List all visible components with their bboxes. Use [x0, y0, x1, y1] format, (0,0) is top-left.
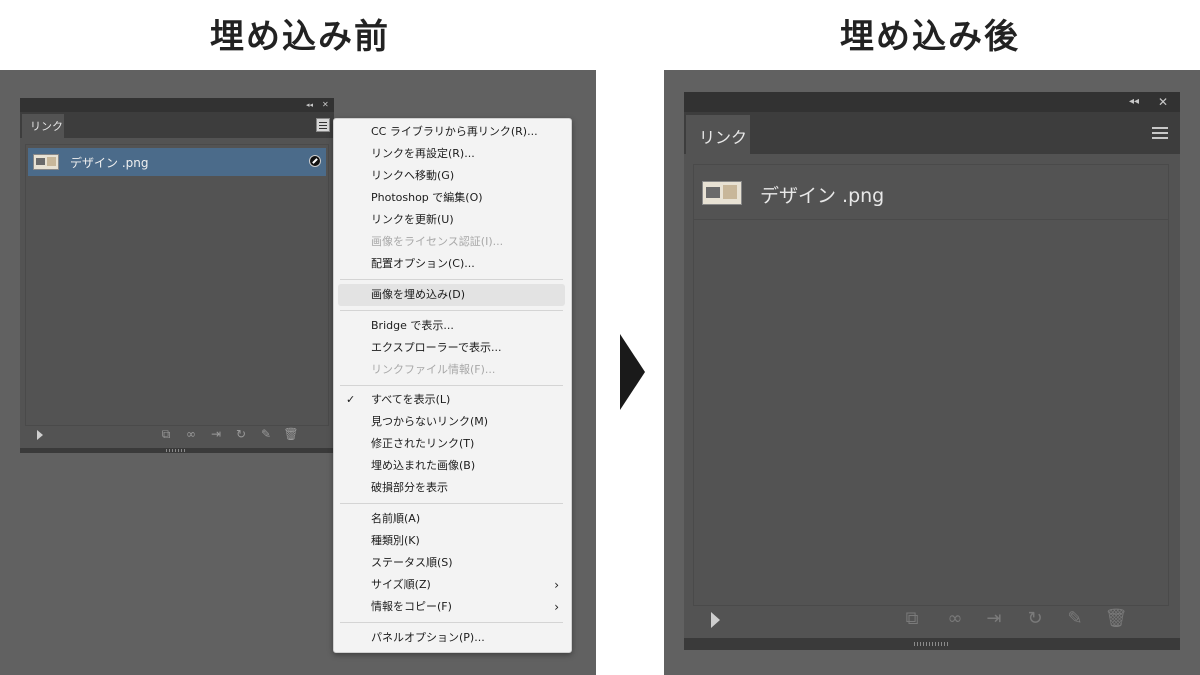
menu-item-show-in-explorer[interactable]: エクスプローラーで表示...	[338, 337, 565, 359]
tab-links-label: リンク	[699, 128, 748, 147]
link-file-name: デザイン .png	[70, 156, 149, 170]
go-to-link-icon[interactable]: ⇥	[980, 608, 1008, 629]
menu-item-show-all[interactable]: ✓ すべてを表示(L)	[338, 389, 565, 411]
menu-item-update-link[interactable]: リンクを更新(U)	[338, 209, 565, 231]
relink-from-cc-icon[interactable]: ⧉	[898, 608, 926, 629]
panel-title-bar[interactable]: ◂◂ ✕	[20, 98, 334, 112]
menu-item-modified-links[interactable]: 修正されたリンク(T)	[338, 433, 565, 455]
update-link-icon[interactable]: ↻	[1021, 608, 1049, 629]
panel-title-bar[interactable]: ◂◂ ✕	[684, 92, 1180, 112]
menu-separator	[340, 503, 563, 504]
tab-links-label: リンク	[30, 120, 63, 133]
menu-separator	[340, 310, 563, 311]
edit-original-icon[interactable]: ✎	[257, 427, 275, 441]
relink-icon[interactable]: ∞	[182, 427, 200, 441]
before-caption: 埋め込み前	[210, 17, 390, 57]
menu-item-show-broken[interactable]: 破損部分を表示	[338, 477, 565, 499]
menu-item-panel-options[interactable]: パネルオプション(P)...	[338, 627, 565, 649]
transition-arrow-icon	[620, 334, 645, 410]
menu-item-sort-by-name[interactable]: 名前順(A)	[338, 508, 565, 530]
list-item[interactable]: デザイン .png	[694, 165, 1168, 220]
menu-item-go-to-link[interactable]: リンクへ移動(G)	[338, 165, 565, 187]
menu-item-relink[interactable]: リンクを再設定(R)...	[338, 143, 565, 165]
after-links-panel: ◂◂ ✕ リンク デザイン .png ⧉ ∞ ⇥ ↻ ✎ 🗑	[684, 92, 1180, 650]
menu-item-license-image: 画像をライセンス認証(I)...	[371, 235, 504, 248]
menu-item-embed-image[interactable]: 画像を埋め込み(D)	[338, 284, 565, 306]
close-icon[interactable]: ✕	[322, 98, 329, 112]
panel-context-menu: CC ライブラリから再リンク(R)... リンクを再設定(R)... リンクへ移…	[333, 118, 572, 653]
menu-separator	[340, 622, 563, 623]
relink-icon[interactable]: ∞	[941, 608, 969, 629]
submenu-arrow-icon: ›	[554, 600, 559, 614]
panel-tab-row: リンク	[20, 112, 334, 138]
panel-menu-icon[interactable]	[1152, 127, 1168, 139]
expand-info-icon[interactable]	[37, 430, 43, 440]
menu-item-sort-by-status[interactable]: ステータス順(S)	[338, 552, 565, 574]
menu-item-copy-info[interactable]: 情報をコピー(F) ›	[338, 596, 565, 618]
relink-from-cc-icon[interactable]: ⧉	[157, 427, 175, 442]
menu-item-link-file-info: リンクファイル情報(F)...	[371, 363, 496, 376]
resize-grip[interactable]	[166, 449, 186, 452]
menu-item-sort-by-size[interactable]: サイズ順(Z) ›	[338, 574, 565, 596]
close-icon[interactable]: ✕	[1158, 92, 1168, 112]
link-badge-icon	[309, 155, 321, 167]
collapse-icon[interactable]: ◂◂	[1129, 92, 1139, 112]
menu-item-embedded-images[interactable]: 埋め込まれた画像(B)	[338, 455, 565, 477]
image-thumbnail-icon	[33, 154, 59, 170]
go-to-link-icon[interactable]: ⇥	[207, 427, 225, 441]
menu-item-label: サイズ順(Z)	[371, 578, 431, 591]
checkmark-icon: ✓	[346, 393, 356, 406]
menu-separator	[340, 385, 563, 386]
collapse-icon[interactable]: ◂◂	[306, 98, 313, 112]
menu-item-label: 情報をコピー(F)	[371, 600, 452, 613]
tab-links[interactable]: リンク	[686, 115, 750, 154]
before-links-panel: ◂◂ ✕ リンク デザイン .png ⧉ ∞ ⇥ ↻ ✎ 🗑	[20, 98, 334, 453]
delete-icon[interactable]: 🗑	[1102, 608, 1130, 629]
tab-links[interactable]: リンク	[22, 114, 64, 138]
menu-item-sort-by-type[interactable]: 種類別(K)	[338, 530, 565, 552]
links-list: デザイン .png	[25, 144, 329, 426]
resize-grip[interactable]	[914, 642, 948, 646]
menu-item-label: すべてを表示(L)	[371, 393, 451, 406]
expand-info-icon[interactable]	[711, 612, 720, 628]
menu-item-placement-options[interactable]: 配置オプション(C)...	[338, 253, 565, 275]
link-file-name: デザイン .png	[760, 185, 885, 207]
after-caption: 埋め込み後	[840, 17, 1020, 57]
menu-item-show-in-bridge[interactable]: Bridge で表示...	[338, 315, 565, 337]
submenu-arrow-icon: ›	[554, 578, 559, 592]
edit-original-icon[interactable]: ✎	[1061, 608, 1089, 629]
menu-item-relink-cc[interactable]: CC ライブラリから再リンク(R)...	[338, 121, 565, 143]
menu-separator	[340, 279, 563, 280]
panel-menu-icon[interactable]	[316, 118, 330, 132]
list-item[interactable]: デザイン .png	[28, 148, 326, 176]
links-list: デザイン .png	[693, 164, 1169, 606]
delete-icon[interactable]: 🗑	[282, 427, 300, 441]
menu-item-missing-links[interactable]: 見つからないリンク(M)	[338, 411, 565, 433]
menu-item-edit-in-photoshop[interactable]: Photoshop で編集(O)	[338, 187, 565, 209]
panel-tab-row: リンク	[684, 112, 1180, 154]
image-thumbnail-icon	[702, 181, 742, 205]
update-link-icon[interactable]: ↻	[232, 427, 250, 441]
